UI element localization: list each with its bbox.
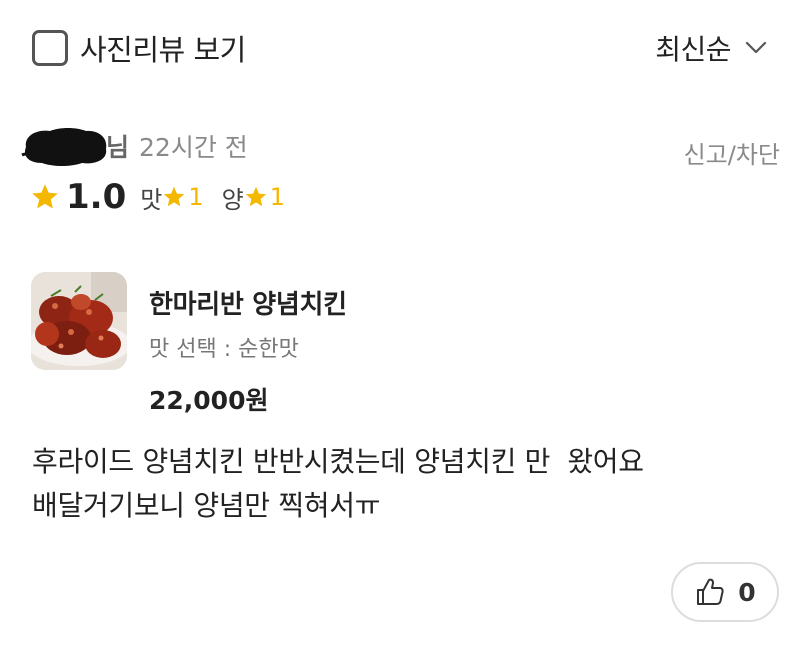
menu-info: 한마리반 양념치킨 맛 선택 : 순한맛 22,000원 <box>149 272 347 417</box>
menu-option: 맛 선택 : 순한맛 <box>149 337 299 362</box>
redacted-nickname-icon <box>21 128 107 166</box>
star-icon <box>164 186 185 207</box>
taste-label: 맛 <box>140 185 163 214</box>
star-icon <box>245 186 266 207</box>
menu-photo[interactable] <box>31 272 127 370</box>
review-toolbar: 사진리뷰 보기 최신순 <box>0 0 807 95</box>
chevron-down-icon <box>745 41 767 54</box>
review-body-line: 배달거기보니 양념만 찍혀서ㅠ <box>32 489 381 522</box>
review-header: 님 22시간 전 신고/차단 <box>20 125 780 169</box>
sort-dropdown[interactable]: 최신순 <box>655 28 767 68</box>
overall-rating: 1.0 <box>66 177 127 217</box>
ordered-menu-card: 한마리반 양념치킨 맛 선택 : 순한맛 22,000원 <box>31 272 347 417</box>
menu-price: 22,000원 <box>149 386 269 415</box>
star-icon <box>32 184 58 209</box>
like-button[interactable]: 0 <box>671 562 779 622</box>
review-timestamp: 22시간 전 <box>139 133 248 162</box>
photo-review-filter[interactable]: 사진리뷰 보기 <box>32 27 246 69</box>
like-count: 0 <box>738 577 756 607</box>
taste-rating: 1 <box>188 183 204 211</box>
reviewer-nickname: 님 22시간 전 <box>20 125 248 167</box>
rating-row: 1.0 맛 1 양 1 <box>30 177 285 217</box>
report-block-link[interactable]: 신고/차단 <box>684 135 780 170</box>
checkbox-icon[interactable] <box>32 30 68 66</box>
chicken-photo-icon <box>31 272 127 370</box>
amount-label: 양 <box>221 185 244 214</box>
menu-name[interactable]: 한마리반 양념치킨 <box>149 284 347 321</box>
thumbs-up-icon <box>697 578 724 605</box>
review-body-line: 후라이드 양념치킨 반반시켰는데 양념치킨 만 왔어요 <box>32 445 644 478</box>
sort-selected-label: 최신순 <box>655 33 731 66</box>
nickname-suffix: 님 <box>106 133 130 162</box>
amount-rating: 1 <box>269 183 285 211</box>
review-body: 후라이드 양념치킨 반반시켰는데 양념치킨 만 왔어요 배달거기보니 양념만 찍… <box>32 440 772 528</box>
photo-review-filter-label: 사진리뷰 보기 <box>80 33 246 67</box>
